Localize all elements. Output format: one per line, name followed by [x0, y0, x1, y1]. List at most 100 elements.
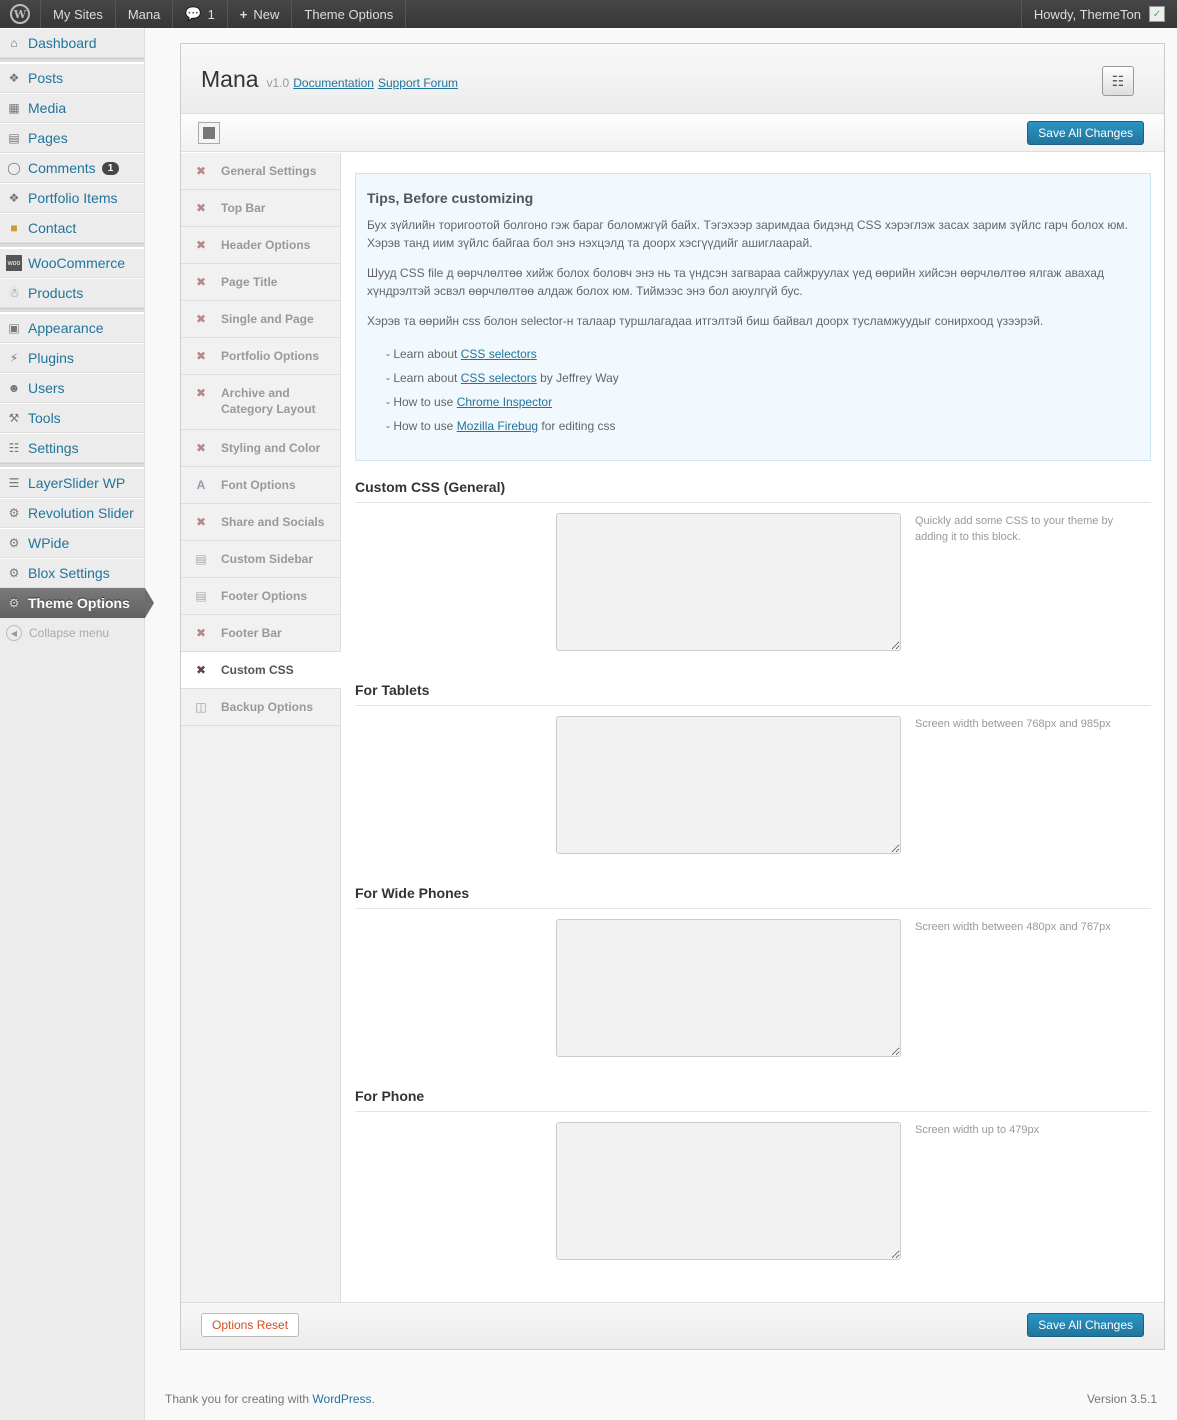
menu-plugins[interactable]: ⚡ Plugins — [0, 343, 144, 373]
tab-custom-css[interactable]: ✖ Custom CSS — [181, 652, 341, 689]
tab-footer-bar[interactable]: ✖ Footer Bar — [181, 615, 340, 652]
tab-archive-category-layout[interactable]: ✖ Archive and Category Layout — [181, 375, 340, 430]
menu-media[interactable]: ▦ Media — [0, 93, 144, 123]
menu-revolution-slider[interactable]: ⚙ Revolution Slider — [0, 498, 144, 528]
theme-title: Mana — [201, 66, 259, 92]
appearance-icon: ▣ — [8, 321, 20, 335]
backup-icon: ◫ — [195, 700, 207, 714]
menu-woocommerce[interactable]: woo WooCommerce — [0, 248, 144, 278]
section-title: For Tablets — [355, 664, 1151, 706]
tab-single-and-page[interactable]: ✖ Single and Page — [181, 301, 340, 338]
tools-icon: ✖ — [195, 201, 207, 215]
menu-theme-options[interactable]: ⚙ Theme Options — [0, 588, 154, 618]
menu-settings[interactable]: ☷ Settings — [0, 433, 144, 463]
chrome-inspector-link[interactable]: Chrome Inspector — [457, 395, 552, 409]
tablets-css-textarea[interactable] — [556, 716, 901, 854]
theme-options-menu[interactable]: Theme Options — [292, 0, 407, 28]
collapse-menu-button[interactable]: ◀ Collapse menu — [0, 618, 144, 648]
wordpress-logo-menu[interactable]: W — [0, 0, 41, 28]
footer-version: Version 3.5.1 — [1086, 1392, 1157, 1406]
tab-top-bar[interactable]: ✖ Top Bar — [181, 190, 340, 227]
field-description: Quickly add some CSS to your theme by ad… — [915, 515, 1114, 543]
tab-share-and-socials[interactable]: ✖ Share and Socials — [181, 504, 340, 541]
theme-version: v1.0 — [266, 76, 290, 90]
pin-icon: ❖ — [8, 191, 20, 205]
gear-icon: ⚙ — [8, 506, 20, 520]
section-title: For Wide Phones — [355, 867, 1151, 909]
tab-font-options[interactable]: A Font Options — [181, 467, 340, 504]
tools-icon: ✖ — [195, 441, 207, 455]
menu-pages[interactable]: ▤ Pages — [0, 123, 144, 153]
collapse-arrow-icon: ◀ — [6, 625, 22, 641]
tab-general-settings[interactable]: ✖ General Settings — [181, 153, 340, 190]
documentation-link[interactable]: Documentation — [293, 76, 374, 90]
menu-products[interactable]: ☃ Products — [0, 278, 144, 308]
for-tablets-section: For Tablets Screen width between 768px a… — [355, 664, 1151, 867]
wordpress-logo-icon: W — [10, 4, 30, 24]
css-selectors-jeffrey-link[interactable]: CSS selectors — [461, 371, 537, 385]
site-name-menu[interactable]: Mana — [116, 0, 174, 28]
menu-layerslider[interactable]: ☰ LayerSlider WP — [0, 468, 144, 498]
panel-header: Mana v1.0 Documentation Support Forum ☷ — [181, 44, 1164, 114]
menu-wpide[interactable]: ⚙ WPide — [0, 528, 144, 558]
menu-appearance[interactable]: ▣ Appearance — [0, 313, 144, 343]
comment-icon: ◯ — [7, 161, 21, 175]
save-all-changes-button-bottom[interactable]: Save All Changes — [1027, 1313, 1144, 1337]
my-account-menu[interactable]: Howdy, ThemeTon ✓ — [1020, 0, 1177, 28]
mozilla-firebug-link[interactable]: Mozilla Firebug — [457, 419, 538, 433]
tab-styling-and-color[interactable]: ✖ Styling and Color — [181, 430, 340, 467]
tips-paragraph: Шууд CSS file д өөрчлөлтөө хийж болох бо… — [367, 266, 1104, 298]
media-icon: ▦ — [8, 101, 20, 115]
pin-icon: ❖ — [8, 71, 20, 85]
tab-custom-sidebar[interactable]: ▤ Custom Sidebar — [181, 541, 340, 578]
tab-page-title[interactable]: ✖ Page Title — [181, 264, 340, 301]
home-icon: ⌂ — [10, 36, 18, 50]
tips-title: Tips, Before customizing — [367, 190, 534, 206]
section-title: Custom CSS (General) — [355, 461, 1151, 503]
my-sites-menu[interactable]: My Sites — [41, 0, 116, 28]
toggle-panel-icon[interactable] — [198, 122, 220, 144]
tab-header-options[interactable]: ✖ Header Options — [181, 227, 340, 264]
phone-css-textarea[interactable] — [556, 1122, 901, 1260]
gear-icon: ⚙ — [8, 596, 20, 610]
tools-icon: ✖ — [195, 238, 207, 252]
custom-css-general-section: Custom CSS (General) Quickly add some CS… — [355, 461, 1151, 664]
tab-portfolio-options[interactable]: ✖ Portfolio Options — [181, 338, 340, 375]
new-content-menu[interactable]: + New — [228, 0, 293, 28]
wordpress-link[interactable]: WordPress — [312, 1392, 371, 1406]
settings-icon: ☷ — [8, 441, 20, 455]
options-reset-button[interactable]: Options Reset — [201, 1313, 300, 1337]
field-description: Screen width between 768px and 985px — [915, 718, 1111, 730]
menu-users[interactable]: ☻ Users — [0, 373, 144, 403]
menu-blox-settings[interactable]: ⚙ Blox Settings — [0, 558, 144, 588]
tools-icon: ✖ — [195, 626, 207, 640]
for-wide-phones-section: For Wide Phones Screen width between 480… — [355, 867, 1151, 1070]
comments-count-badge: 1 — [101, 161, 120, 175]
theme-options-panel: Mana v1.0 Documentation Support Forum ☷ … — [180, 43, 1165, 1350]
menu-dashboard[interactable]: ⌂ Dashboard — [0, 28, 144, 58]
wide-phones-css-textarea[interactable] — [556, 919, 901, 1057]
tips-box: Tips, Before customizing Бух зүйлийн тор… — [355, 173, 1151, 461]
options-content: Tips, Before customizing Бух зүйлийн тор… — [355, 173, 1151, 1273]
footer-layout-icon: ▤ — [195, 589, 207, 603]
gear-icon: ⚙ — [8, 566, 20, 580]
menu-portfolio-items[interactable]: ❖ Portfolio Items — [0, 183, 144, 213]
menu-tools[interactable]: ⚒ Tools — [0, 403, 144, 433]
admin-menu: ⌂ Dashboard ❖ Posts ▦ Media ▤ Pages ◯ Comment… — [0, 28, 154, 1420]
sliders-icon[interactable]: ☷ — [1102, 66, 1134, 96]
menu-comments[interactable]: ◯ Comments 1 — [0, 153, 144, 183]
save-all-changes-button-top[interactable]: Save All Changes — [1027, 121, 1144, 145]
custom-css-general-textarea[interactable] — [556, 513, 901, 651]
font-icon: A — [196, 478, 206, 492]
menu-contact[interactable]: ■ Contact — [0, 213, 144, 243]
tools-icon: ⚒ — [8, 411, 20, 425]
tab-backup-options[interactable]: ◫ Backup Options — [181, 689, 340, 726]
tab-footer-options[interactable]: ▤ Footer Options — [181, 578, 340, 615]
menu-posts[interactable]: ❖ Posts — [0, 63, 144, 93]
css-selectors-link[interactable]: CSS selectors — [461, 347, 537, 361]
cart-icon: ☃ — [8, 286, 20, 300]
pages-icon: ▤ — [8, 131, 20, 145]
support-forum-link[interactable]: Support Forum — [378, 76, 458, 90]
comments-menu[interactable]: 💬 1 — [173, 0, 228, 28]
woocommerce-icon: woo — [6, 255, 22, 271]
